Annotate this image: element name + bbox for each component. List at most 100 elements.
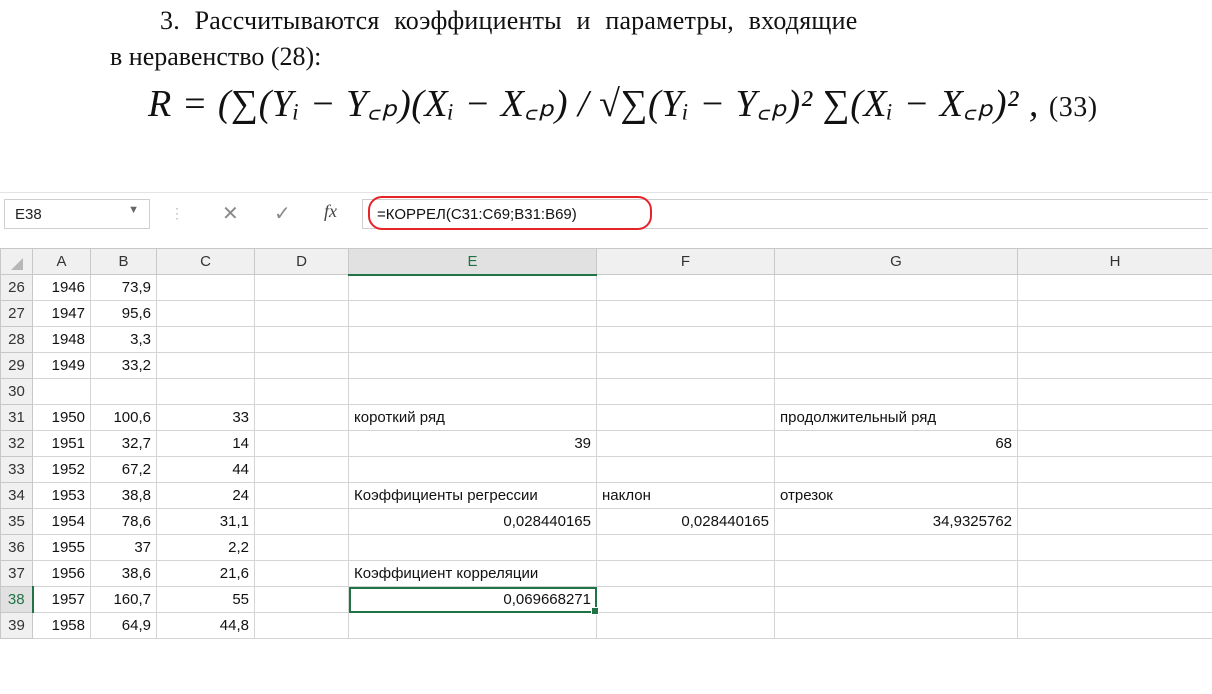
cell-b26[interactable]: 73,9 <box>90 274 157 301</box>
cell-f33[interactable] <box>596 456 775 483</box>
column-header-a[interactable]: A <box>32 248 91 275</box>
cell-h39[interactable] <box>1017 612 1212 639</box>
cell-g33[interactable] <box>774 456 1018 483</box>
cell-d31[interactable] <box>254 404 349 431</box>
column-header-b[interactable]: B <box>90 248 157 275</box>
column-header-h[interactable]: H <box>1017 248 1212 275</box>
cell-a33[interactable]: 1952 <box>32 456 91 483</box>
cell-f27[interactable] <box>596 300 775 327</box>
cell-c38[interactable]: 55 <box>156 586 255 613</box>
cell-h30[interactable] <box>1017 378 1212 405</box>
cell-b36[interactable]: 37 <box>90 534 157 561</box>
cell-e32[interactable]: 39 <box>348 430 597 457</box>
cell-a26[interactable]: 1946 <box>32 274 91 301</box>
cell-d33[interactable] <box>254 456 349 483</box>
cell-d32[interactable] <box>254 430 349 457</box>
cell-e27[interactable] <box>348 300 597 327</box>
cell-g32[interactable]: 68 <box>774 430 1018 457</box>
cell-a32[interactable]: 1951 <box>32 430 91 457</box>
cell-e35[interactable]: 0,028440165 <box>348 508 597 535</box>
cell-c29[interactable] <box>156 352 255 379</box>
cell-f38[interactable] <box>596 586 775 613</box>
cell-d30[interactable] <box>254 378 349 405</box>
cell-f35[interactable]: 0,028440165 <box>596 508 775 535</box>
cell-d34[interactable] <box>254 482 349 509</box>
cell-h37[interactable] <box>1017 560 1212 587</box>
cell-h36[interactable] <box>1017 534 1212 561</box>
cell-a29[interactable]: 1949 <box>32 352 91 379</box>
cell-d39[interactable] <box>254 612 349 639</box>
cell-g28[interactable] <box>774 326 1018 353</box>
cell-d35[interactable] <box>254 508 349 535</box>
cell-f28[interactable] <box>596 326 775 353</box>
row-header[interactable]: 38 <box>0 586 34 613</box>
cell-h27[interactable] <box>1017 300 1212 327</box>
row-header[interactable]: 31 <box>0 404 33 431</box>
name-box[interactable]: E38 ▼ <box>4 199 150 229</box>
chevron-down-icon[interactable]: ▼ <box>128 204 139 216</box>
cell-h28[interactable] <box>1017 326 1212 353</box>
cell-c33[interactable]: 44 <box>156 456 255 483</box>
cell-f32[interactable] <box>596 430 775 457</box>
cell-c28[interactable] <box>156 326 255 353</box>
cell-d27[interactable] <box>254 300 349 327</box>
cell-g36[interactable] <box>774 534 1018 561</box>
cell-a36[interactable]: 1955 <box>32 534 91 561</box>
cell-d38[interactable] <box>254 586 349 613</box>
cell-b28[interactable]: 3,3 <box>90 326 157 353</box>
cell-c26[interactable] <box>156 274 255 301</box>
cell-g26[interactable] <box>774 274 1018 301</box>
column-header-f[interactable]: F <box>596 248 775 275</box>
cell-c30[interactable] <box>156 378 255 405</box>
cell-e33[interactable] <box>348 456 597 483</box>
cell-g31[interactable]: продолжительный ряд <box>774 404 1018 431</box>
cell-e34[interactable]: Коэффициенты регрессии <box>348 482 597 509</box>
cell-e29[interactable] <box>348 352 597 379</box>
cell-g27[interactable] <box>774 300 1018 327</box>
cell-c32[interactable]: 14 <box>156 430 255 457</box>
cell-d28[interactable] <box>254 326 349 353</box>
select-all-icon[interactable] <box>10 257 23 270</box>
cell-f34[interactable]: наклон <box>596 482 775 509</box>
cell-b30[interactable] <box>90 378 157 405</box>
fx-icon[interactable]: fx <box>324 201 337 222</box>
cell-b37[interactable]: 38,6 <box>90 560 157 587</box>
cell-f36[interactable] <box>596 534 775 561</box>
cell-f31[interactable] <box>596 404 775 431</box>
cell-b39[interactable]: 64,9 <box>90 612 157 639</box>
check-icon[interactable]: ✓ <box>274 201 291 226</box>
cell-c34[interactable]: 24 <box>156 482 255 509</box>
cell-a31[interactable]: 1950 <box>32 404 91 431</box>
cell-b31[interactable]: 100,6 <box>90 404 157 431</box>
cell-b33[interactable]: 67,2 <box>90 456 157 483</box>
cell-a35[interactable]: 1954 <box>32 508 91 535</box>
row-header[interactable]: 33 <box>0 456 33 483</box>
cell-b32[interactable]: 32,7 <box>90 430 157 457</box>
cell-a38[interactable]: 1957 <box>32 586 91 613</box>
cell-c31[interactable]: 33 <box>156 404 255 431</box>
cell-a30[interactable] <box>32 378 91 405</box>
cell-f26[interactable] <box>596 274 775 301</box>
cell-g34[interactable]: отрезок <box>774 482 1018 509</box>
row-header[interactable]: 34 <box>0 482 33 509</box>
cell-f37[interactable] <box>596 560 775 587</box>
cell-e30[interactable] <box>348 378 597 405</box>
cell-e26[interactable] <box>348 274 597 301</box>
column-header-g[interactable]: G <box>774 248 1018 275</box>
cell-d36[interactable] <box>254 534 349 561</box>
cell-h35[interactable] <box>1017 508 1212 535</box>
cell-e31[interactable]: короткий ряд <box>348 404 597 431</box>
cell-a37[interactable]: 1956 <box>32 560 91 587</box>
cell-c39[interactable]: 44,8 <box>156 612 255 639</box>
cell-e36[interactable] <box>348 534 597 561</box>
row-header[interactable]: 39 <box>0 612 33 639</box>
cell-h38[interactable] <box>1017 586 1212 613</box>
cell-g30[interactable] <box>774 378 1018 405</box>
cell-f30[interactable] <box>596 378 775 405</box>
cell-c27[interactable] <box>156 300 255 327</box>
row-header[interactable]: 32 <box>0 430 33 457</box>
row-header[interactable]: 27 <box>0 300 33 327</box>
cell-h32[interactable] <box>1017 430 1212 457</box>
column-header-e[interactable]: E <box>348 248 597 276</box>
cell-d26[interactable] <box>254 274 349 301</box>
